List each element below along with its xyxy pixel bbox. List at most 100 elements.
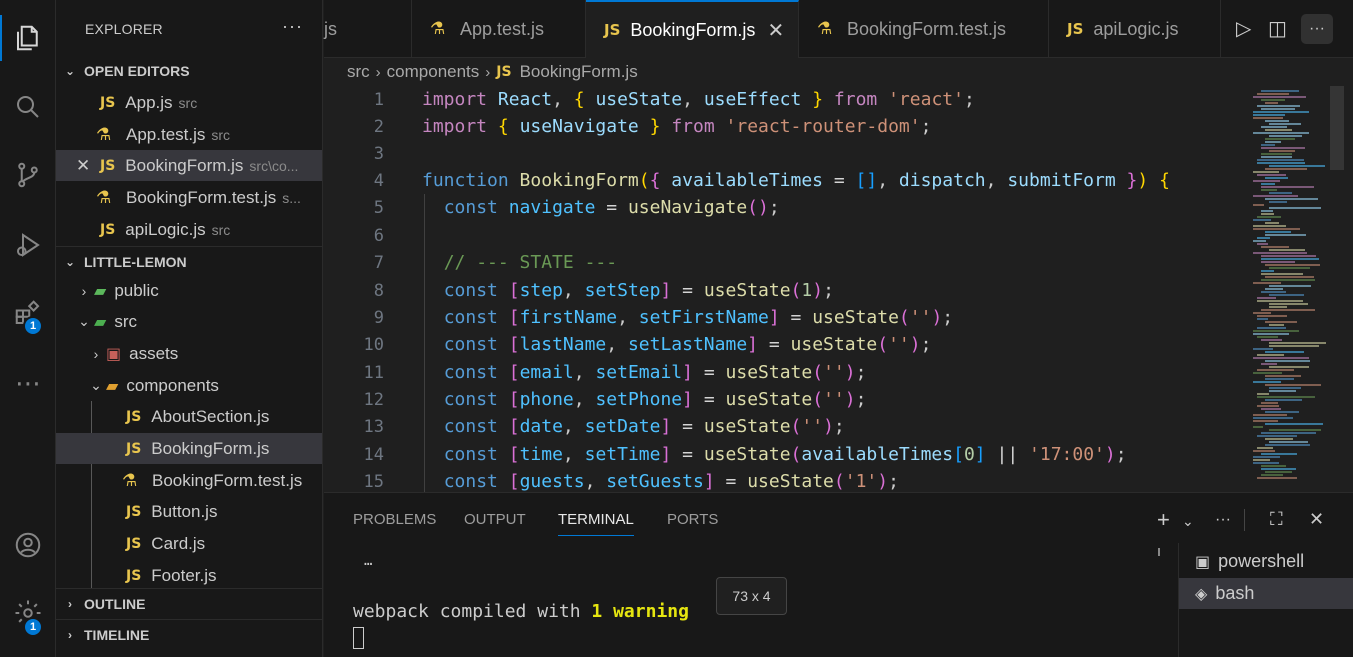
explorer-title: EXPLORER [85,21,163,37]
minimap-line [1257,93,1289,95]
minimap-line [1269,201,1287,203]
minimap-line [1253,282,1281,284]
tab-partial[interactable]: js [324,0,412,58]
minimap-line [1265,399,1302,401]
new-terminal-icon[interactable]: + [1157,507,1170,533]
more-icon[interactable]: ⋯ [0,360,56,406]
timeline-header[interactable]: › TIMELINE [56,619,322,649]
folder-components[interactable]: ⌄ ▰ components [56,370,322,401]
minimap-line [1265,102,1278,104]
tab-booking-form[interactable]: JS BookingForm.js ✕ [586,0,799,58]
minimap-line [1257,447,1273,449]
scrollbar-thumb[interactable] [1330,86,1344,170]
source-control-icon[interactable] [0,152,56,198]
run-debug-icon[interactable] [0,222,56,268]
js-file-icon: JS [1067,20,1084,38]
minimap-line [1269,303,1308,305]
file-item[interactable]: JS Card.js [56,528,322,559]
file-item[interactable]: JS AboutSection.js [56,401,322,432]
code-line: 9 const [firstName, setFirstName] = useS… [373,307,954,328]
minimap-line [1253,219,1271,221]
outline-header[interactable]: › OUTLINE [56,588,322,618]
code-editor[interactable]: 1 import React, { useState, useEffect } f… [324,86,1353,492]
file-item-active[interactable]: JS BookingForm.js [56,433,322,464]
minimap-line [1257,315,1287,317]
more-actions-icon[interactable]: ··· [1301,14,1333,44]
project-header[interactable]: ⌄ LITTLE-LEMON [56,246,322,276]
minimap-line [1253,450,1275,452]
chevron-right-icon: › [93,345,99,362]
minimap-line [1261,144,1275,146]
editor-scrollbar[interactable] [1330,86,1344,492]
terminal-ellipsis: … [364,553,373,569]
tab-problems[interactable]: PROBLEMS [353,511,436,528]
chevron-down-icon: ⌄ [90,377,102,393]
close-panel-icon[interactable]: ✕ [1309,509,1324,530]
minimap-line [1265,129,1292,131]
chevron-right-icon: › [485,63,491,81]
open-editor-item-active[interactable]: ✕ JS BookingForm.js src\co... [56,150,322,181]
minimap-line [1253,357,1309,359]
run-icon[interactable]: ▷ [1236,16,1251,41]
tab-booking-form-test[interactable]: ⚗ BookingForm.test.js [799,0,1049,58]
code-line: 11 const [email, setEmail] = useState(''… [363,362,867,383]
chevron-right-icon: › [68,627,72,642]
explorer-more-icon[interactable]: ··· [282,16,303,37]
minimap-line [1261,363,1277,365]
tab-app-test[interactable]: ⚗ App.test.js [412,0,586,58]
minimap-line [1253,414,1287,416]
open-editors-header[interactable]: ⌄ OPEN EDITORS [56,56,322,86]
minimap-line [1257,318,1268,320]
minimap-line [1261,153,1292,155]
split-editor-icon[interactable]: ◫ [1268,16,1287,41]
tab-api-logic[interactable]: JS apiLogic.js [1049,0,1221,58]
folder-assets[interactable]: › ▣ assets [56,338,322,369]
account-icon[interactable] [0,522,56,568]
minimap-line [1269,345,1319,347]
editor-tabs: js ⚗ App.test.js JS BookingForm.js ✕ ⚗ B… [324,0,1353,58]
file-item[interactable]: JS Footer.js [56,560,322,591]
tab-ports[interactable]: PORTS [667,511,718,528]
folder-public[interactable]: › ▰ public [56,275,322,306]
test-file-icon: ⚗ [817,19,833,38]
file-item[interactable]: JS Button.js [56,496,322,527]
minimap-line [1269,294,1304,296]
explorer-sidebar: EXPLORER ··· ⌄ OPEN EDITORS JS App.js sr… [56,0,323,657]
open-editor-item[interactable]: JS apiLogic.js src [56,214,322,245]
minimap-line [1269,123,1301,125]
terminal-item-bash[interactable]: ◈ bash [1179,578,1353,609]
search-icon[interactable] [0,84,56,130]
minimap-line [1257,105,1300,107]
minimap-line [1269,366,1309,368]
minimap-line [1261,108,1295,110]
minimap-line [1257,405,1279,407]
tab-terminal[interactable]: TERMINAL [558,511,634,536]
minimap-line [1269,249,1305,251]
minimap-line [1269,135,1302,137]
open-editor-item[interactable]: ⚗ App.test.js src [56,119,322,150]
close-icon[interactable]: ✕ [767,18,784,43]
breadcrumb-components[interactable]: components [387,62,480,82]
open-editor-item[interactable]: ⚗ BookingForm.test.js s... [56,182,322,213]
files-icon[interactable] [0,15,56,61]
tab-output[interactable]: OUTPUT [464,511,526,528]
more-icon[interactable]: ··· [1215,511,1231,529]
folder-src[interactable]: ⌄ ▰ src [56,306,322,337]
minimap-line [1265,423,1323,425]
minimap-line [1253,195,1298,197]
minimap-line [1261,213,1274,215]
minimap-line [1269,150,1295,152]
open-editor-item[interactable]: JS App.js src [56,87,322,118]
maximize-panel-icon[interactable]: ⛶ [1270,509,1283,530]
breadcrumb-src[interactable]: src [347,62,370,82]
minimap-line [1253,348,1273,350]
minimap-line [1253,312,1271,314]
close-icon[interactable]: ✕ [76,156,92,176]
minimap[interactable] [1251,86,1339,492]
terminal-item-powershell[interactable]: ▣ powershell [1179,546,1353,577]
chevron-down-icon[interactable]: ⌄ [1182,513,1194,530]
breadcrumb-file[interactable]: BookingForm.js [520,62,638,82]
minimap-line [1261,186,1314,188]
file-item[interactable]: ⚗ BookingForm.test.js [56,465,322,496]
code-line: 10 const [lastName, setLastName] = useSt… [363,334,932,355]
